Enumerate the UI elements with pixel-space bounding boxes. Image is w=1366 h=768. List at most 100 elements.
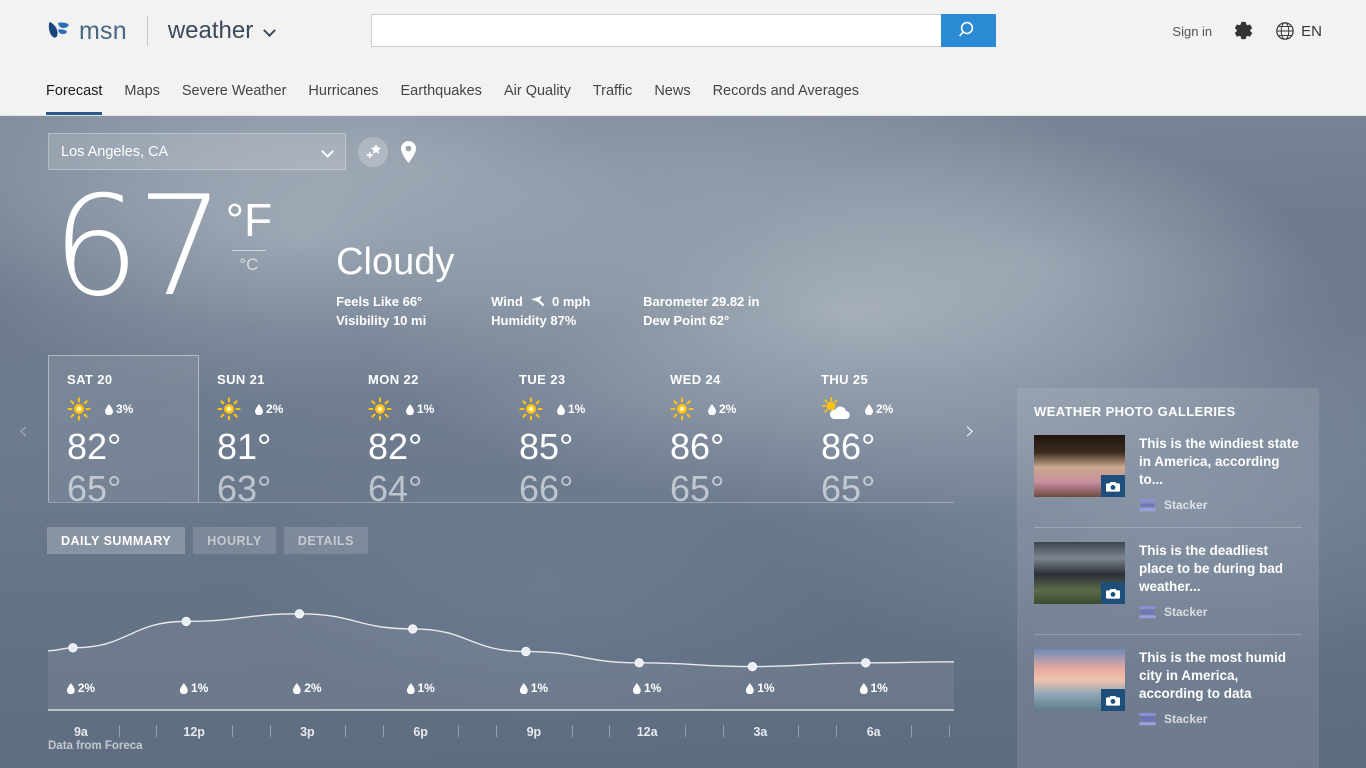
nav-item-traffic[interactable]: Traffic: [593, 83, 646, 115]
precipitation-drop-icon: [66, 682, 75, 694]
gallery-source-name: Stacker: [1164, 498, 1208, 512]
nav-item-air-quality[interactable]: Air Quality: [504, 83, 585, 115]
chart-axis-label: 6p: [413, 725, 428, 739]
forecast-low: 64°: [368, 468, 423, 509]
forecast-low: 63°: [217, 468, 272, 509]
sign-in-link[interactable]: Sign in: [1172, 24, 1212, 39]
search-button[interactable]: [941, 14, 996, 47]
chart-axis-tick: [684, 725, 686, 737]
location-value: Los Angeles, CA: [61, 143, 169, 160]
forecast-day-card[interactable]: MON 22 1% 82° 64°: [350, 356, 501, 509]
camera-icon: [1106, 481, 1120, 492]
precipitation-drop-icon: [632, 682, 641, 694]
tab-details[interactable]: DETAILS: [283, 527, 368, 554]
nav-item-hurricanes[interactable]: Hurricanes: [308, 83, 392, 115]
forecast-next-button[interactable]: ›: [965, 416, 975, 446]
search-input[interactable]: [371, 14, 941, 47]
chart-axis-label: 3p: [300, 725, 315, 739]
forecast-day-label: SUN 21: [217, 372, 265, 387]
photo-gallery-badge: [1101, 582, 1125, 604]
wind-label: Wind: [491, 294, 523, 309]
chart-axis-tick: [269, 725, 271, 737]
chart-data-point[interactable]: [521, 646, 531, 657]
chart-precip-value: 1%: [190, 681, 209, 695]
gallery-thumbnail: [1034, 435, 1125, 497]
language-selector[interactable]: EN: [1275, 21, 1322, 41]
gallery-item[interactable]: This is the deadliest place to be during…: [1034, 542, 1302, 635]
chart-axis-tick: [156, 725, 158, 737]
add-favorite-button[interactable]: [358, 136, 388, 167]
sunny-icon: [670, 397, 694, 421]
nav-item-earthquakes[interactable]: Earthquakes: [401, 83, 496, 115]
precip-label-row: 2% 1% 2% 1% 1% 1% 1% 1%: [48, 681, 954, 701]
forecast-precip: 2%: [865, 402, 893, 416]
chart-data-point[interactable]: [294, 609, 305, 619]
chart-axis-tick: [798, 725, 800, 737]
current-location-button[interactable]: [400, 140, 417, 163]
gallery-item[interactable]: This is the windiest state in America, a…: [1034, 435, 1302, 528]
butterfly-logo-icon: [48, 22, 69, 38]
unit-fahrenheit[interactable]: °F: [226, 196, 273, 244]
precipitation-drop-icon: [293, 682, 302, 694]
forecast-precip-value: 2%: [266, 402, 284, 416]
chart-data-point[interactable]: [747, 661, 758, 672]
chart-data-point[interactable]: [634, 658, 644, 668]
nav-item-severe-weather[interactable]: Severe Weather: [182, 83, 301, 115]
forecast-day-label: WED 24: [670, 372, 721, 387]
precipitation-drop-icon: [708, 403, 716, 415]
nav-item-forecast[interactable]: Forecast: [46, 83, 116, 115]
chart-axis-tick: [911, 725, 913, 737]
forecast-day-card[interactable]: WED 24 2% 86° 65°: [652, 356, 803, 509]
gallery-headline: This is the deadliest place to be during…: [1139, 543, 1284, 594]
chart-precip-value: 1%: [870, 681, 888, 695]
gear-icon[interactable]: [1232, 20, 1255, 43]
forecast-day-card[interactable]: TUE 23 1% 85° 66°: [501, 356, 652, 509]
chart-precip-value: 1%: [417, 681, 435, 695]
chart-data-point[interactable]: [68, 643, 78, 653]
nav-item-news[interactable]: News: [654, 83, 704, 115]
chart-data-point[interactable]: [861, 658, 871, 668]
forecast-day-card[interactable]: SUN 21 2% 81° 63°: [199, 356, 350, 509]
humidity-value: Humidity 87%: [491, 313, 577, 328]
chart-precip-label: 1%: [859, 681, 888, 695]
nav-item-records-and-averages[interactable]: Records and Averages: [713, 83, 873, 115]
forecast-day-card[interactable]: THU 25 2% 86° 65°: [803, 356, 954, 509]
forecast-low: 65°: [67, 468, 122, 509]
forecast-precip-value: 2%: [719, 402, 737, 416]
precipitation-drop-icon: [865, 403, 873, 415]
forecast-day-card[interactable]: SAT 20 3% 82° 65°: [48, 355, 199, 509]
unit-celsius[interactable]: °C: [239, 255, 258, 275]
condition-col-3: Barometer 29.82 in Dew Point 62°: [643, 292, 759, 330]
chart-axis-tick: [949, 725, 951, 737]
gallery-source: Stacker: [1139, 712, 1302, 726]
forecast-precip: 1%: [557, 402, 585, 416]
chart-precip-value: 1%: [530, 681, 549, 695]
forecast-prev-button[interactable]: ‹: [18, 416, 28, 446]
precipitation-drop-icon: [406, 403, 414, 415]
chart-data-point[interactable]: [408, 624, 418, 634]
chart-data-point[interactable]: [181, 616, 191, 627]
precipitation-drop-icon: [746, 682, 755, 694]
nav-item-maps[interactable]: Maps: [124, 83, 173, 115]
vertical-selector[interactable]: weather: [168, 17, 276, 45]
forecast-icon-row: 2%: [217, 396, 350, 422]
gallery-item[interactable]: This is the most humid city in America, …: [1034, 649, 1302, 741]
tab-daily-summary[interactable]: DAILY SUMMARY: [47, 527, 186, 554]
msn-logo[interactable]: msn: [46, 17, 127, 46]
forecast-precip: 2%: [708, 402, 736, 416]
daily-summary-chart: 2% 1% 2% 1% 1% 1% 1% 1% 9a 12p 3p 6p 9p 12a 3a 6a: [48, 581, 954, 768]
forecast-high: 86°: [821, 426, 876, 467]
location-select[interactable]: Los Angeles, CA: [48, 133, 346, 170]
forecast-precip-value: 1%: [568, 402, 586, 416]
forecast-icon-row: 1%: [368, 396, 501, 422]
tab-hourly[interactable]: HOURLY: [193, 527, 276, 554]
feels-like-value: Feels Like 66°: [336, 294, 423, 309]
unit-divider: [231, 250, 266, 251]
chart-axis-tick: [345, 725, 347, 737]
chart-precip-value: 1%: [643, 681, 662, 695]
chart-axis-tick: [609, 725, 611, 737]
chart-axis-label: 9a: [73, 725, 88, 739]
precipitation-drop-icon: [519, 682, 528, 694]
barometer-value: Barometer 29.82 in: [643, 294, 760, 309]
precipitation-drop-icon: [105, 403, 113, 415]
